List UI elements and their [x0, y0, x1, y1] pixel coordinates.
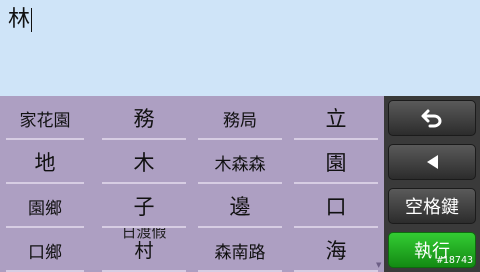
scroll-down-icon[interactable]: ▼ [376, 261, 382, 269]
candidate-item[interactable]: 日渡假 村 [96, 228, 192, 272]
candidate-item[interactable]: 園鄉 [0, 184, 90, 228]
candidate-item[interactable]: 務局 [192, 96, 288, 140]
text-caret [31, 8, 33, 32]
undo-arrow-icon [421, 109, 442, 128]
input-value: 林 [8, 7, 31, 32]
execute-button[interactable]: 執行 #18743 [388, 232, 476, 268]
backspace-button[interactable] [388, 100, 476, 136]
candidate-item[interactable]: 子 [96, 184, 192, 228]
candidate-item[interactable]: 地 [0, 140, 90, 184]
candidate-item[interactable]: 木 [96, 140, 192, 184]
cursor-left-button[interactable] [388, 144, 476, 180]
candidate-list: 家花園 務 務局 立 地 木 木森森 園 園鄉 子 邊 口 口鄉 日渡假 村 森… [0, 96, 384, 272]
control-panel: 空格鍵 執行 #18743 [384, 96, 480, 272]
candidate-item[interactable]: 務 [96, 96, 192, 140]
text-input-area[interactable]: 林 [0, 0, 480, 96]
build-badge: #18743 [436, 255, 473, 266]
candidate-item[interactable]: 立 [288, 96, 384, 140]
candidate-item[interactable]: 木森森 [192, 140, 288, 184]
candidate-item[interactable]: 園 [288, 140, 384, 184]
candidate-item[interactable]: 口鄉 [0, 228, 90, 272]
candidate-item[interactable]: 家花園 [0, 96, 90, 140]
input-text-value: 林 [8, 4, 33, 36]
candidate-item[interactable]: 森南路 [192, 228, 288, 272]
candidate-item[interactable]: 海 [288, 228, 384, 272]
space-label: 空格鍵 [405, 197, 459, 218]
triangle-left-icon [427, 155, 438, 169]
candidate-item[interactable]: 邊 [192, 184, 288, 228]
space-button[interactable]: 空格鍵 [388, 188, 476, 224]
candidate-item[interactable]: 口 [288, 184, 384, 228]
